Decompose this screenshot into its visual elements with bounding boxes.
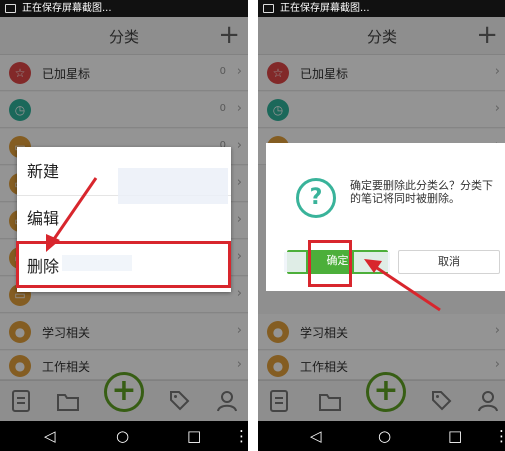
redacted-patch xyxy=(118,168,228,204)
left-phone-screenshot: 正在保存屏幕截图... 分类 + ☆ 已加星标 0 › ◷ 0 › ▭ 0 › … xyxy=(0,0,248,451)
red-arrow-icon xyxy=(46,177,98,252)
right-phone-screenshot: 正在保存屏幕截图... 分类 + ☆ 已加星标 › ◷ › ▭ › ● 学习相关… xyxy=(258,0,505,451)
red-arrow-icon xyxy=(364,259,441,312)
